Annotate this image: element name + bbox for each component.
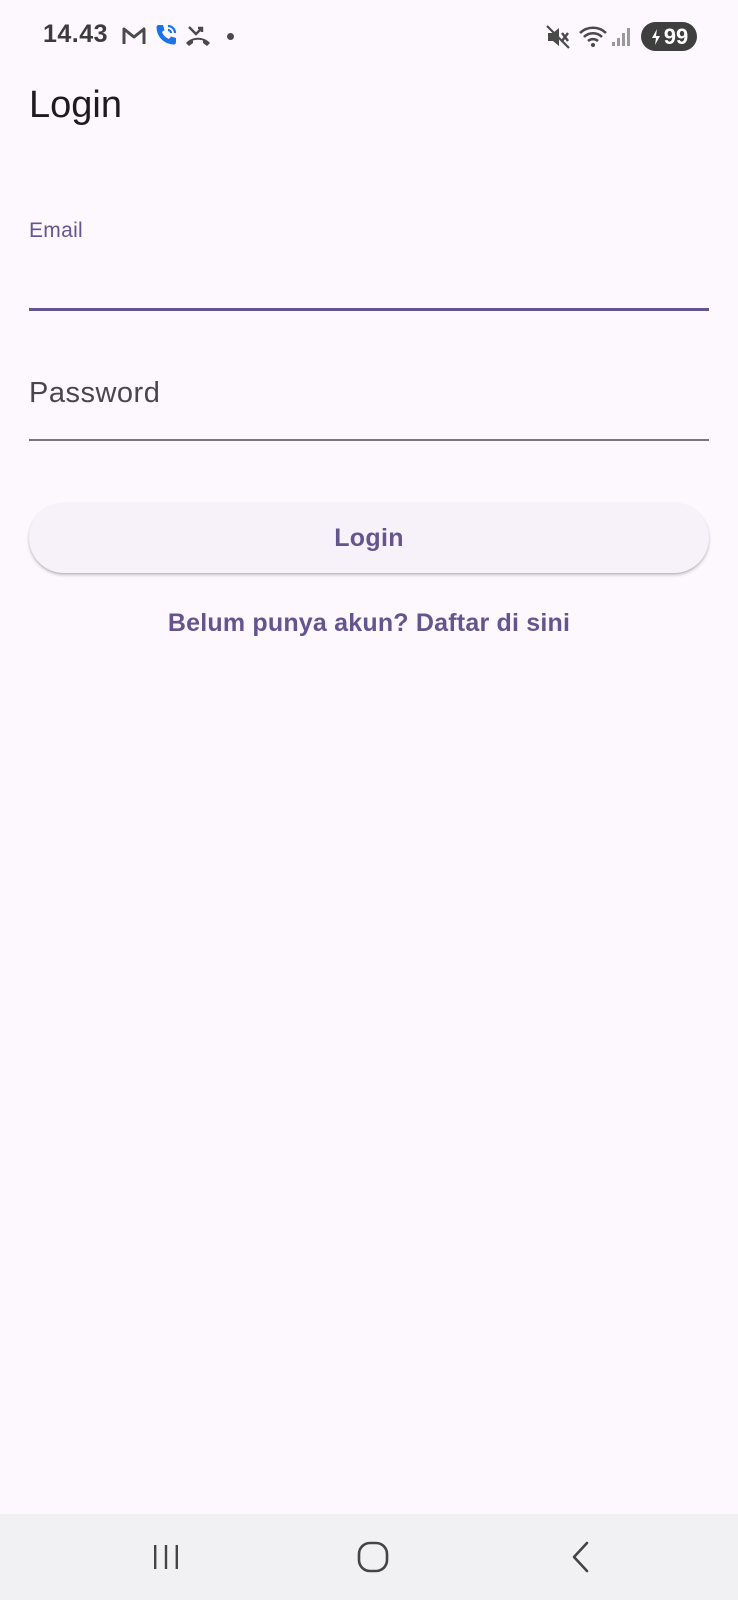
email-input[interactable] xyxy=(29,252,709,298)
password-field[interactable] xyxy=(29,360,709,442)
status-time: 14.43 xyxy=(43,20,109,48)
signal-icon xyxy=(612,28,630,46)
navigation-bar xyxy=(0,1514,738,1600)
battery-indicator: 99 xyxy=(641,22,697,51)
wifi-icon xyxy=(579,26,607,47)
battery-charging-icon xyxy=(651,28,660,45)
status-bar: 14.43 99 xyxy=(0,0,738,72)
mute-icon xyxy=(546,25,570,49)
recent-apps-button[interactable] xyxy=(106,1514,226,1600)
recent-apps-icon xyxy=(154,1545,178,1569)
back-icon xyxy=(572,1541,589,1573)
email-underline xyxy=(29,308,709,311)
home-icon xyxy=(357,1541,389,1573)
register-link[interactable]: Belum punya akun? Daftar di sini xyxy=(0,609,738,638)
back-button[interactable] xyxy=(521,1514,641,1600)
notification-dot-icon xyxy=(227,33,234,40)
email-field[interactable]: Email xyxy=(29,210,709,312)
page-title: Login xyxy=(29,84,122,126)
battery-level: 99 xyxy=(663,23,689,49)
password-underline xyxy=(29,439,709,441)
gmail-icon xyxy=(122,27,146,44)
email-label: Email xyxy=(29,219,84,242)
password-input[interactable] xyxy=(29,368,709,418)
missed-call-icon xyxy=(186,26,210,46)
login-button[interactable]: Login xyxy=(29,503,709,573)
home-button[interactable] xyxy=(313,1514,433,1600)
phone-call-icon xyxy=(156,24,177,45)
